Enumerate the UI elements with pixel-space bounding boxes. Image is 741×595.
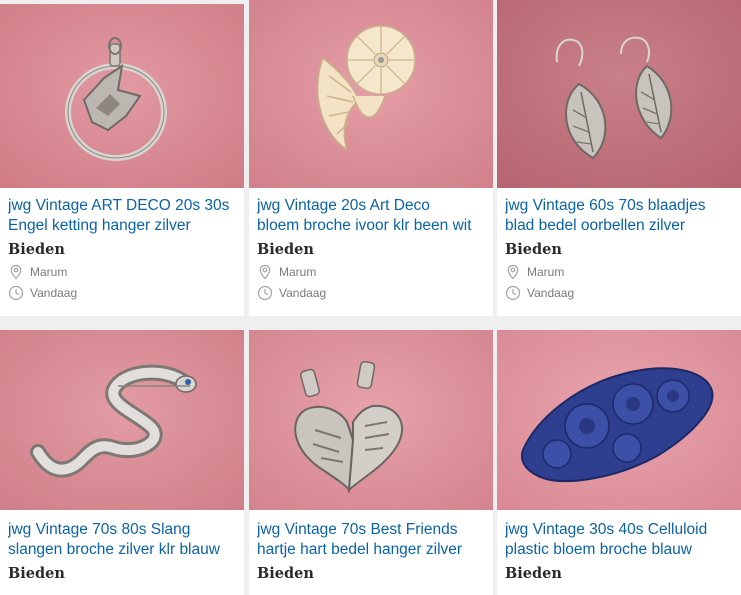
title-line-2: slangen broche zilver klr blauw (8, 541, 220, 558)
listing-price: Bieden (8, 565, 65, 582)
listing-location: Marum (257, 263, 485, 281)
listing-title[interactable]: jwg Vintage 30s 40s Celluloid plastic bl… (505, 520, 733, 560)
listing-card-6[interactable]: jwg Vintage 30s 40s Celluloid plastic bl… (497, 330, 741, 595)
listing-price: Bieden (8, 241, 65, 258)
listing-title[interactable]: jwg Vintage 60s 70s blaadjes blad bedel … (505, 196, 733, 236)
listing-card-3[interactable]: jwg Vintage 60s 70s blaadjes blad bedel … (497, 0, 741, 316)
listing-price: Bieden (257, 241, 314, 258)
title-line-2: blad bedel oorbellen zilver (505, 217, 686, 234)
listing-date: Vandaag (505, 284, 733, 302)
listing-photo-blue-flower-brooch[interactable] (497, 330, 741, 510)
listing-card-1[interactable]: jwg Vintage ART DECO 20s 30s Engel ketti… (0, 4, 244, 316)
date-text: Vandaag (30, 286, 78, 300)
date-text: Vandaag (527, 286, 575, 300)
title-line-2: bloem broche ivoor klr been wit (257, 217, 472, 234)
listing-title[interactable]: jwg Vintage ART DECO 20s 30s Engel ketti… (8, 196, 236, 236)
title-line-1: jwg Vintage 70s 80s Slang (8, 521, 191, 538)
listing-date: Vandaag (257, 284, 485, 302)
title-line-2: plastic bloem broche blauw (505, 541, 692, 558)
title-line-1: jwg Vintage 20s Art Deco (257, 197, 430, 214)
listing-price: Bieden (505, 565, 562, 582)
listing-photo-ivory-flower-brooch[interactable] (249, 0, 493, 188)
listing-title[interactable]: jwg Vintage 70s Best Friends hartje hart… (257, 520, 485, 560)
listing-title[interactable]: jwg Vintage 20s Art Deco bloem broche iv… (257, 196, 485, 236)
location-text: Marum (527, 265, 565, 279)
listing-photo-heart-pendant[interactable] (249, 330, 493, 510)
listing-location: Marum (505, 263, 733, 281)
map-pin-icon (505, 264, 521, 280)
listing-photo-leaf-earrings[interactable] (497, 0, 741, 188)
listing-photo-snake-brooch[interactable] (0, 330, 244, 510)
title-line-2: hartje hart bedel hanger zilver (257, 541, 463, 558)
date-text: Vandaag (279, 286, 327, 300)
listing-card-4[interactable]: jwg Vintage 70s 80s Slang slangen broche… (0, 330, 244, 595)
listing-title[interactable]: jwg Vintage 70s 80s Slang slangen broche… (8, 520, 236, 560)
listing-card-5[interactable]: jwg Vintage 70s Best Friends hartje hart… (249, 330, 493, 595)
title-line-1: jwg Vintage ART DECO 20s 30s (8, 197, 230, 214)
listing-date: Vandaag (8, 284, 236, 302)
location-text: Marum (279, 265, 317, 279)
clock-icon (505, 285, 521, 301)
title-line-2: Engel ketting hanger zilver (8, 217, 191, 234)
listing-photo-angel-pendant[interactable] (0, 4, 244, 188)
clock-icon (8, 285, 24, 301)
listing-card-2[interactable]: jwg Vintage 20s Art Deco bloem broche iv… (249, 0, 493, 316)
title-line-1: jwg Vintage 60s 70s blaadjes (505, 197, 706, 214)
map-pin-icon (257, 264, 273, 280)
listing-price: Bieden (257, 565, 314, 582)
listing-location: Marum (8, 263, 236, 281)
title-line-1: jwg Vintage 70s Best Friends (257, 521, 458, 538)
title-line-1: jwg Vintage 30s 40s Celluloid (505, 521, 708, 538)
listing-price: Bieden (505, 241, 562, 258)
map-pin-icon (8, 264, 24, 280)
clock-icon (257, 285, 273, 301)
location-text: Marum (30, 265, 68, 279)
